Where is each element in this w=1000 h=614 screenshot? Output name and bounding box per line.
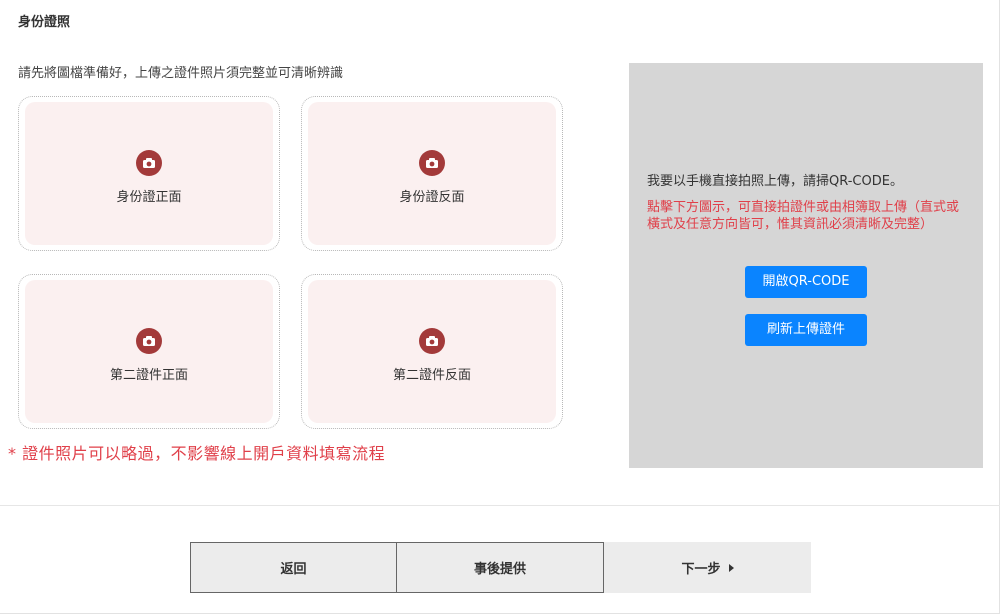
- refresh-upload-button[interactable]: 刷新上傳證件: [745, 314, 867, 346]
- open-qr-button[interactable]: 開啟QR-CODE: [745, 266, 867, 298]
- qr-instruction: 我要以手機直接拍照上傳，請掃QR-CODE。: [647, 174, 903, 189]
- upload-instruction: 請先將圖檔準備好，上傳之證件照片須完整並可清晰辨識: [18, 66, 344, 81]
- upload-slot-second-back[interactable]: 第二證件反面: [301, 274, 563, 429]
- camera-icon: [419, 328, 445, 354]
- qr-hint: 點擊下方圖示，可直接拍證件或由相簿取上傳（直式或橫式及任意方向皆可，惟其資訊必須…: [647, 200, 960, 232]
- upload-slot-id-back[interactable]: 身份證反面: [301, 96, 563, 251]
- slot-background: 第二證件反面: [308, 280, 556, 423]
- divider: [0, 505, 1000, 506]
- slot-label: 身份證正面: [116, 190, 182, 205]
- section-title: 身份證照: [18, 15, 71, 30]
- slot-label: 第二證件正面: [109, 368, 188, 383]
- camera-icon: [136, 328, 162, 354]
- slot-background: 第二證件正面: [25, 280, 273, 423]
- camera-icon: [419, 150, 445, 176]
- provide-later-button[interactable]: 事後提供: [397, 542, 604, 593]
- next-button-label: 下一步: [681, 562, 721, 577]
- upload-slot-id-front[interactable]: 身份證正面: [18, 96, 280, 251]
- provide-later-label: 事後提供: [473, 562, 526, 577]
- qr-panel: 我要以手機直接拍照上傳，請掃QR-CODE。 點擊下方圖示，可直接拍證件或由相簿…: [629, 63, 983, 468]
- slot-label: 第二證件反面: [392, 368, 471, 383]
- back-button[interactable]: 返回: [190, 542, 397, 593]
- back-button-label: 返回: [280, 562, 307, 577]
- slot-background: 身份證正面: [25, 102, 273, 245]
- upload-slot-second-front[interactable]: 第二證件正面: [18, 274, 280, 429]
- camera-icon: [136, 150, 162, 176]
- slot-label: 身份證反面: [399, 190, 465, 205]
- skip-note: * 證件照片可以略過，不影響線上開戶資料填寫流程: [8, 444, 386, 463]
- caret-right-icon: [728, 563, 734, 572]
- next-button[interactable]: 下一步: [604, 542, 811, 593]
- slot-background: 身份證反面: [308, 102, 556, 245]
